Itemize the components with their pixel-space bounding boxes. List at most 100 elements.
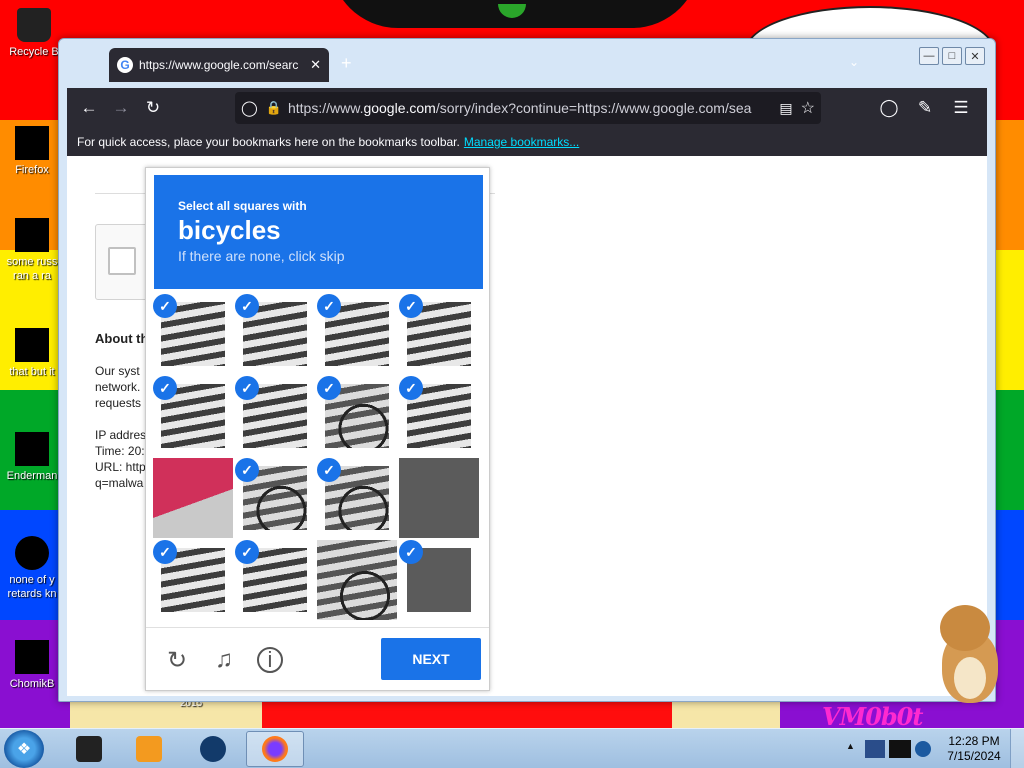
reload-challenge-icon[interactable]: ↻ — [162, 645, 192, 675]
app-icon — [15, 536, 49, 570]
desktop-icon-recycle-bin[interactable]: Recycle B — [2, 8, 66, 59]
minimize-button[interactable]: — — [919, 47, 939, 65]
recycle-bin-icon — [17, 8, 51, 42]
about-heading: About th — [95, 331, 149, 346]
taskbar-media-player[interactable] — [120, 731, 178, 767]
folder-icon — [15, 328, 49, 362]
captcha-tile[interactable]: ✓ — [235, 540, 317, 622]
close-tab-icon[interactable]: ✕ — [310, 57, 321, 73]
clock-time: 12:28 PM — [948, 734, 1000, 748]
shield-icon[interactable]: ◯ — [241, 99, 258, 117]
start-button[interactable]: ❖ — [4, 730, 44, 768]
bookmarks-hint: For quick access, place your bookmarks h… — [77, 135, 460, 149]
url-bar[interactable]: ◯ 🔒 https://www.google.com/sorry/index?c… — [235, 92, 821, 124]
audio-challenge-icon[interactable]: ♫ — [209, 645, 239, 675]
captcha-footer: ↻ ♫ i NEXT — [146, 627, 489, 691]
captcha-hint: If there are none, click skip — [178, 248, 345, 264]
taskbar-firefox[interactable] — [246, 731, 304, 767]
desktop-icon-firefox[interactable]: Firefox — [0, 126, 64, 177]
bookmarks-toolbar: For quick access, place your bookmarks h… — [67, 128, 987, 156]
captcha-tile[interactable]: ✓ — [317, 294, 399, 376]
captcha-tile[interactable]: ✓ — [399, 376, 481, 458]
toolbar-right: ◯ ✎ ☰ — [873, 92, 977, 124]
selected-check-icon: ✓ — [153, 540, 177, 564]
captcha-tile[interactable]: ✓ — [399, 540, 481, 622]
window-controls: — □ ✕ — [919, 47, 985, 65]
captcha-instruction: Select all squares with — [178, 199, 307, 213]
page-body-text: Our syst network. requests IP addres Tim… — [95, 364, 147, 490]
menu-icon[interactable]: ☰ — [945, 92, 977, 124]
new-tab-button[interactable]: + — [341, 53, 352, 74]
pocket-icon[interactable]: ◯ — [873, 92, 905, 124]
cartoon-art-red — [262, 700, 672, 728]
bookmark-star-icon[interactable]: ☆ — [801, 98, 815, 118]
captcha-tile[interactable]: ✓ — [235, 376, 317, 458]
tile-image — [153, 458, 233, 538]
globe-icon — [200, 736, 226, 762]
captcha-tile[interactable]: ✓ — [399, 294, 481, 376]
firefox-icon — [15, 126, 49, 160]
captcha-tile[interactable]: ✓ — [153, 376, 235, 458]
captcha-tile[interactable]: ✓ — [317, 458, 399, 540]
desktop-icon-label: Recycle B — [9, 46, 59, 58]
reader-view-icon[interactable]: ▤ — [779, 100, 792, 117]
desktop-icon-label: ChomikB — [9, 678, 55, 690]
navigation-toolbar: ← → ↻ ◯ 🔒 https://www.google.com/sorry/i… — [67, 88, 987, 128]
desktop-icon-label: that but it — [9, 366, 55, 378]
selected-check-icon: ✓ — [235, 294, 259, 318]
selected-check-icon: ✓ — [153, 376, 177, 400]
desktop-icon-enderman[interactable]: Enderman — [0, 432, 64, 483]
desktop-icon-file-3[interactable]: none of y retards kn — [0, 536, 64, 601]
media-player-icon — [136, 736, 162, 762]
selected-check-icon: ✓ — [317, 376, 341, 400]
desktop-icon-label: none of y retards kn — [7, 574, 57, 600]
captcha-tile[interactable]: ✓ — [317, 376, 399, 458]
desktop-icon-file-2[interactable]: that but it — [0, 328, 64, 379]
show-hidden-icons[interactable]: ▲ — [846, 741, 855, 751]
volume-icon[interactable] — [915, 741, 931, 757]
maximize-button[interactable]: □ — [942, 47, 962, 65]
url-text[interactable]: https://www.google.com/sorry/index?conti… — [288, 100, 771, 116]
captcha-tile[interactable]: ✓ — [153, 540, 235, 622]
close-window-button[interactable]: ✕ — [965, 47, 985, 65]
selected-check-icon: ✓ — [235, 458, 259, 482]
captcha-header: Select all squares with bicycles If ther… — [154, 175, 483, 289]
desktop-icon-file-1[interactable]: some russ ran a ra — [0, 218, 64, 283]
selected-check-icon: ✓ — [153, 294, 177, 318]
selected-check-icon: ✓ — [399, 294, 423, 318]
extensions-icon[interactable]: ✎ — [909, 92, 941, 124]
selected-check-icon: ✓ — [235, 540, 259, 564]
hamster-mascot — [930, 605, 1010, 705]
app-icon — [15, 432, 49, 466]
captcha-tile[interactable] — [399, 458, 481, 540]
taskbar-app-1[interactable] — [60, 731, 118, 767]
info-icon[interactable]: i — [257, 647, 283, 673]
captcha-tile[interactable]: ✓ — [235, 458, 317, 540]
taskbar: ❖ ▲ 12:28 PM 7/15/2024 — [0, 728, 1024, 768]
tile-image — [317, 540, 397, 620]
app-icon — [76, 736, 102, 762]
clock[interactable]: 12:28 PM 7/15/2024 — [944, 734, 1004, 764]
browser-tab[interactable]: G https://www.google.com/searc ✕ — [109, 48, 329, 82]
desktop-icon-chomik[interactable]: ChomikB — [0, 640, 64, 691]
lock-icon[interactable]: 🔒 — [266, 100, 282, 116]
manage-bookmarks-link[interactable]: Manage bookmarks... — [464, 135, 579, 149]
forward-arrow-icon[interactable]: → — [105, 92, 137, 124]
not-robot-checkbox[interactable] — [108, 247, 136, 275]
next-button[interactable]: NEXT — [381, 638, 481, 680]
reload-icon[interactable]: ↻ — [137, 92, 169, 124]
captcha-tile[interactable]: ✓ — [153, 294, 235, 376]
selected-check-icon: ✓ — [399, 540, 423, 564]
taskbar-app-3[interactable] — [184, 731, 242, 767]
captcha-tile[interactable]: ✓ — [235, 294, 317, 376]
captcha-tile[interactable] — [317, 540, 399, 622]
captcha-target: bicycles — [178, 215, 281, 245]
system-tray — [865, 737, 935, 761]
list-tabs-icon[interactable]: ⌄ — [849, 55, 859, 69]
selected-check-icon: ✓ — [399, 376, 423, 400]
show-desktop-button[interactable] — [1010, 729, 1024, 768]
monitor-icon[interactable] — [889, 740, 911, 758]
back-arrow-icon[interactable]: ← — [73, 92, 105, 124]
captcha-tile[interactable] — [153, 458, 235, 540]
network-icon[interactable] — [865, 740, 885, 758]
